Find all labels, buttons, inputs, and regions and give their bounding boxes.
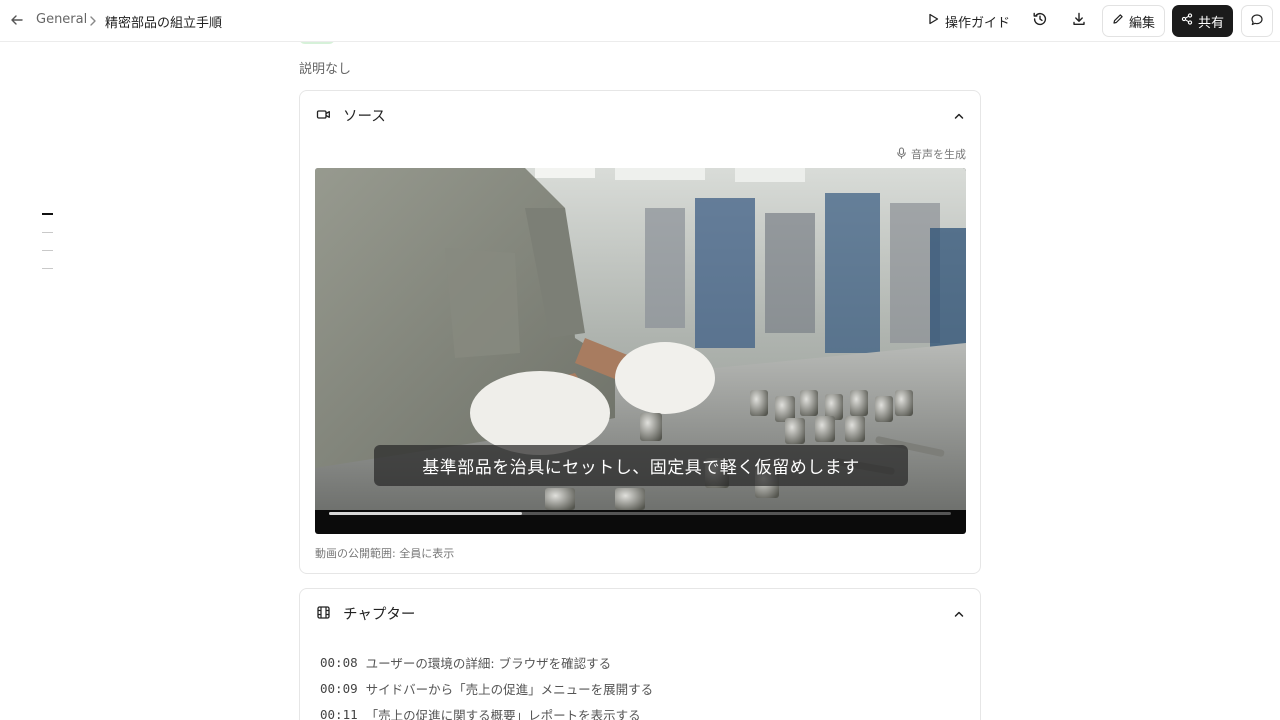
comment-icon (1250, 12, 1264, 31)
video-subtitle: 基準部品を治具にセットし、固定具で軽く仮留めします (374, 445, 908, 486)
chapter-item[interactable]: 00:09 サイドバーから「売上の促進」メニューを展開する (320, 675, 653, 701)
toc-item[interactable] (42, 232, 53, 233)
film-icon (316, 605, 331, 620)
toc-item[interactable] (42, 268, 53, 269)
chapter-item[interactable]: 00:08 ユーザーの環境の詳細: ブラウザを確認する (320, 649, 653, 675)
source-card-header[interactable]: ソース (300, 91, 980, 139)
generate-audio-label: 音声を生成 (911, 148, 966, 161)
comment-button[interactable] (1241, 5, 1273, 37)
chapter-time: 00:11 (320, 706, 358, 720)
chapter-text: サイドバーから「売上の促進」メニューを展開する (365, 681, 654, 697)
chevron-right-icon (88, 13, 98, 27)
guide-button[interactable]: 操作ガイド (920, 6, 1018, 36)
chapter-item[interactable]: 00:11 「売上の促進に関する概要」レポートを表示する (320, 701, 653, 720)
toc-item[interactable] (42, 250, 53, 251)
microphone-icon (896, 146, 907, 162)
chapters-title: チャプター (343, 607, 416, 623)
video-visibility-note: 動画の公開範囲: 全員に表示 (315, 547, 455, 560)
chapter-time: 00:09 (320, 680, 358, 696)
video-player[interactable]: 基準部品を治具にセットし、固定具で軽く仮留めします (315, 168, 966, 534)
chapter-text: ユーザーの環境の詳細: ブラウザを確認する (365, 655, 612, 671)
history-button[interactable] (1025, 6, 1055, 36)
share-button[interactable]: 共有 (1172, 5, 1233, 37)
share-label: 共有 (1197, 15, 1224, 31)
breadcrumb-root[interactable]: General (36, 12, 87, 27)
chevron-up-icon[interactable] (952, 108, 966, 122)
page-title: 精密部品の組立手順 (105, 16, 223, 31)
share-icon (1181, 13, 1193, 29)
generate-audio-button[interactable]: 音声を生成 (896, 146, 966, 162)
download-icon (1071, 11, 1087, 31)
pencil-icon (1112, 13, 1124, 29)
table-of-contents (42, 213, 53, 286)
chevron-up-icon[interactable] (952, 606, 966, 620)
guide-label: 操作ガイド (945, 15, 1011, 31)
chapter-time: 00:08 (320, 654, 358, 670)
source-title: ソース (343, 109, 386, 125)
chapter-list: 00:08 ユーザーの環境の詳細: ブラウザを確認する 00:09 サイドバーか… (320, 649, 653, 720)
source-card: ソース 音声を生成 基準部品を治具にセットし、固定具で軽く仮留めします 動画の公… (299, 90, 981, 574)
chapters-card: チャプター 00:08 ユーザーの環境の詳細: ブラウザを確認する 00:09 … (299, 588, 981, 720)
video-progress-fill (329, 512, 522, 515)
toc-item[interactable] (42, 213, 53, 215)
download-button[interactable] (1064, 6, 1094, 36)
chapters-card-header[interactable]: チャプター (300, 589, 980, 637)
description-text: 説明なし (299, 62, 352, 77)
edit-button[interactable]: 編集 (1102, 5, 1165, 37)
history-icon (1032, 11, 1048, 31)
back-arrow-icon[interactable] (8, 11, 26, 29)
edit-label: 編集 (1128, 15, 1155, 31)
top-bar: General 精密部品の組立手順 操作ガイド 編集 共有 (0, 0, 1280, 42)
video-progress-bar[interactable] (329, 512, 951, 515)
play-icon (928, 13, 939, 29)
video-camera-icon (316, 107, 331, 122)
chapter-text: 「売上の促進に関する概要」レポートを表示する (365, 707, 641, 720)
